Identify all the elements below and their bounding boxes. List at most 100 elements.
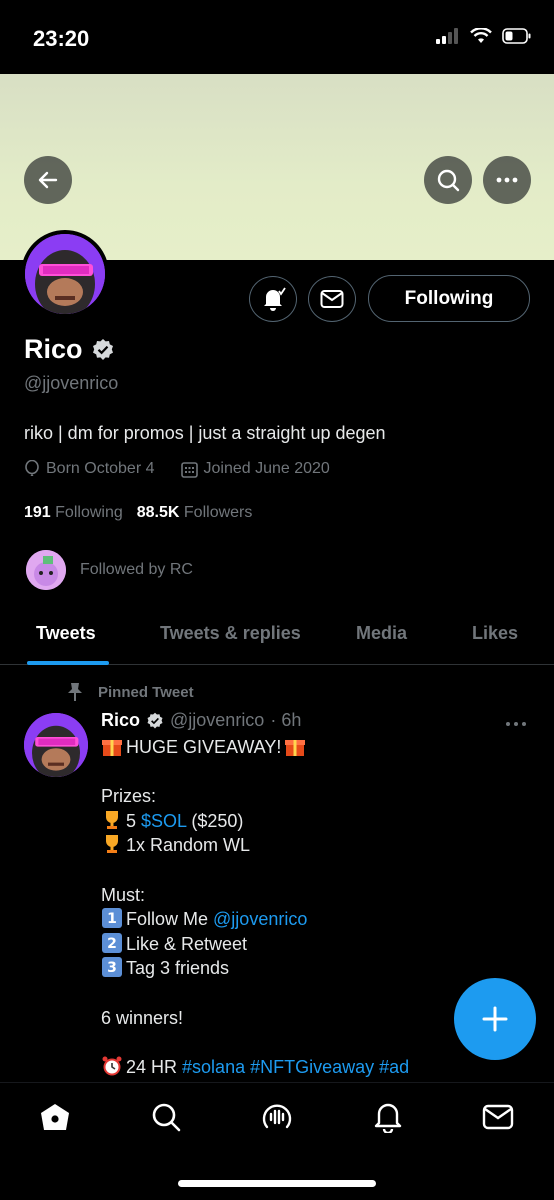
search-icon xyxy=(152,1103,181,1132)
joined-date: Joined June 2020 xyxy=(203,460,330,477)
status-time: 23:20 xyxy=(33,26,90,51)
search-button[interactable] xyxy=(424,156,472,204)
tab-tweets[interactable]: Tweets xyxy=(36,623,96,644)
nav-notifications[interactable] xyxy=(368,1097,408,1137)
tweet-time[interactable]: · 6h xyxy=(270,710,301,731)
gift-icon xyxy=(102,740,122,756)
mention-link[interactable]: @jjovenrico xyxy=(213,909,307,929)
hashtag-ad[interactable]: #ad xyxy=(379,1057,409,1077)
follower-avatar-image xyxy=(26,550,66,590)
bell-icon xyxy=(374,1103,402,1133)
following-button[interactable]: Following xyxy=(368,275,530,322)
more-icon xyxy=(506,722,526,726)
tweet-line-2: Prizes: xyxy=(101,786,157,807)
signal-icon xyxy=(436,28,458,44)
more-options-button[interactable] xyxy=(483,156,531,204)
ape-avatar-image xyxy=(24,713,88,777)
followers-count: 88.5K xyxy=(136,504,180,521)
profile-meta: Born October 4 Joined June 2020 xyxy=(24,460,330,478)
message-button[interactable] xyxy=(308,276,356,322)
back-button[interactable] xyxy=(24,156,72,204)
keycap-1-icon: 1 xyxy=(102,908,122,929)
tweet-line: HUGE GIVEAWAY! xyxy=(101,735,521,760)
notification-bell-icon xyxy=(264,287,286,311)
tweet-header: Rico @jjovenrico · 6h xyxy=(101,710,301,731)
keycap-3-icon: 3 xyxy=(102,957,122,978)
tweet-line: Prizes: xyxy=(101,784,521,809)
pinned-label: Pinned Tweet xyxy=(98,683,194,701)
following-label: Following xyxy=(55,504,123,521)
ape-avatar-image xyxy=(25,234,105,314)
home-indicator xyxy=(178,1180,376,1187)
trophy-icon xyxy=(106,810,118,829)
tweet-line-5: Must: xyxy=(101,884,146,905)
tweet-line-8: Tag 3 friends xyxy=(126,958,230,979)
back-arrow-icon xyxy=(38,171,58,189)
verified-badge-icon xyxy=(92,338,113,360)
nav-spaces[interactable] xyxy=(257,1097,297,1137)
cashtag-sol[interactable]: $SOL xyxy=(141,811,186,831)
tweet-line: 24 HR #solana #NFTGiveaway #ad xyxy=(101,1055,521,1080)
tweet-line-3a: 5 xyxy=(126,810,142,831)
active-tab-indicator xyxy=(27,661,109,665)
pinned-tweet-label-row: Pinned Tweet xyxy=(66,682,194,702)
tweet-author-handle[interactable]: @jjovenrico xyxy=(170,710,264,731)
wifi-icon xyxy=(470,28,492,43)
tab-media[interactable]: Media xyxy=(356,623,407,644)
profile-name: Rico xyxy=(24,334,83,364)
tweet-line-1: HUGE GIVEAWAY! xyxy=(126,737,282,757)
tab-likes[interactable]: Likes xyxy=(472,623,518,644)
tweet-author-name[interactable]: Rico xyxy=(101,710,140,731)
followers-label: Followers xyxy=(183,504,253,521)
followed-by-row[interactable]: Followed by RC xyxy=(26,550,193,590)
status-icons xyxy=(436,28,532,44)
mail-icon xyxy=(320,290,344,308)
following-count: 191 xyxy=(24,504,51,521)
status-bar: 23:20 xyxy=(0,0,554,74)
svg-text:1: 1 xyxy=(107,911,117,927)
balloon-icon xyxy=(25,460,39,476)
compose-tweet-button[interactable] xyxy=(454,978,536,1060)
profile-name-row: Rico xyxy=(24,334,115,365)
tweet-line-7: Like & Retweet xyxy=(126,933,248,954)
svg-text:3: 3 xyxy=(107,960,117,976)
followers-stat[interactable]: 88.5K Followers xyxy=(137,504,253,522)
nav-search[interactable] xyxy=(146,1097,186,1137)
alarm-clock-icon xyxy=(102,1056,122,1076)
tweet-line: 1 Follow Me @jjovenrico xyxy=(101,907,521,932)
notification-toggle-button[interactable] xyxy=(249,276,297,322)
tweet-more-button[interactable] xyxy=(505,714,527,732)
gift-icon xyxy=(285,740,306,756)
svg-text:2: 2 xyxy=(107,936,117,952)
tweet-line-3c: ($250) xyxy=(186,810,244,831)
followed-by-text: Followed by RC xyxy=(80,561,193,578)
keycap-2-icon: 2 xyxy=(102,932,122,953)
tweet-line-9: 6 winners! xyxy=(101,1007,184,1028)
tweet-line: 3 Tag 3 friends xyxy=(101,956,521,981)
compose-plus-icon xyxy=(482,1006,508,1032)
following-stat[interactable]: 191 Following xyxy=(24,504,123,522)
tweet-line: Must: xyxy=(101,883,521,908)
trophy-icon xyxy=(106,835,118,854)
tweet-author-avatar[interactable] xyxy=(24,713,88,777)
pin-icon xyxy=(68,683,82,701)
search-icon xyxy=(437,169,460,192)
spaces-icon xyxy=(262,1104,292,1129)
hashtag-solana[interactable]: #solana xyxy=(182,1057,245,1077)
born-date: Born October 4 xyxy=(46,460,155,477)
profile-bio: riko | dm for promos | just a straight u… xyxy=(24,423,386,443)
profile-avatar[interactable] xyxy=(21,230,109,318)
profile-stats: 191 Following 88.5K Followers xyxy=(24,504,252,522)
more-icon xyxy=(496,177,518,183)
nav-home[interactable] xyxy=(35,1097,75,1137)
follower-avatar xyxy=(26,550,66,590)
verified-badge-icon xyxy=(147,712,163,728)
battery-icon xyxy=(502,28,531,44)
tab-tweets-replies[interactable]: Tweets & replies xyxy=(160,623,301,644)
hashtag-nftgiveaway[interactable]: #NFTGiveaway xyxy=(250,1057,374,1077)
profile-banner xyxy=(0,74,554,260)
tweet-line: 1x Random WL xyxy=(101,833,521,858)
nav-messages[interactable] xyxy=(478,1097,518,1137)
